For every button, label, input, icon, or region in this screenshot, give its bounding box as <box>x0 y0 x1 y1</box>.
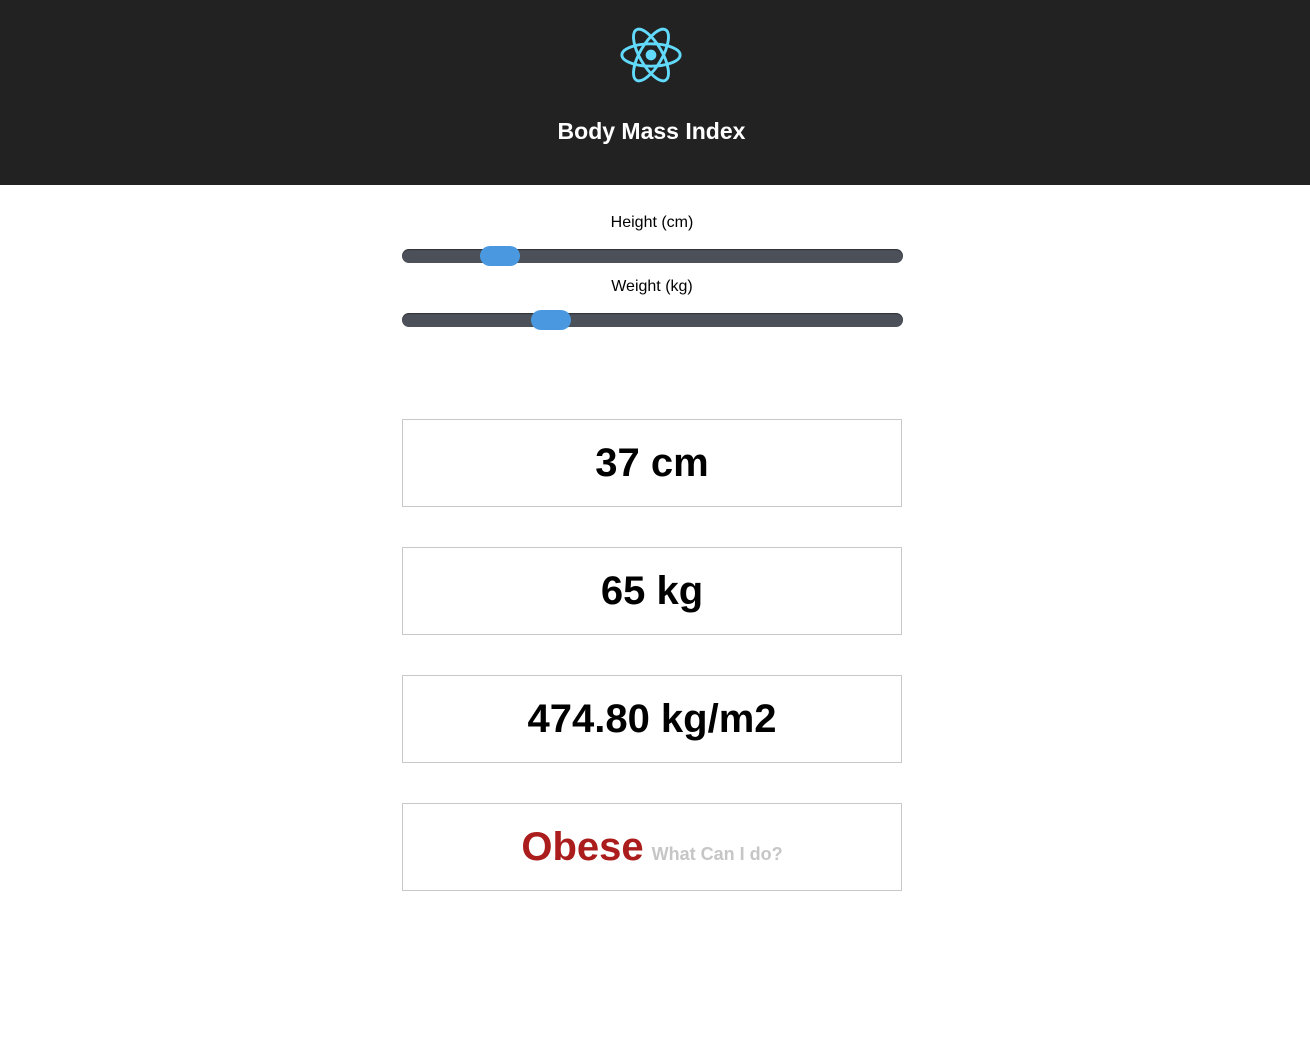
react-atom-icon <box>620 27 682 83</box>
app-header: Body Mass Index <box>0 0 1310 185</box>
weight-slider-label: Weight (kg) <box>611 278 693 295</box>
height-value: 37 cm <box>402 419 902 507</box>
bmi-value: 474.80 kg/m2 <box>402 675 902 763</box>
height-slider-thumb[interactable] <box>480 246 520 266</box>
weight-value: 65 kg <box>402 547 902 635</box>
height-slider[interactable] <box>402 246 903 266</box>
bmi-category: Obese <box>521 825 644 869</box>
weight-slider-thumb[interactable] <box>531 310 571 330</box>
bmi-category-box: Obese What Can I do? <box>402 803 902 891</box>
what-can-i-do-link[interactable]: What Can I do? <box>652 844 783 864</box>
page-title: Body Mass Index <box>557 118 746 144</box>
weight-slider[interactable] <box>402 310 903 330</box>
height-slider-label: Height (cm) <box>610 214 694 231</box>
